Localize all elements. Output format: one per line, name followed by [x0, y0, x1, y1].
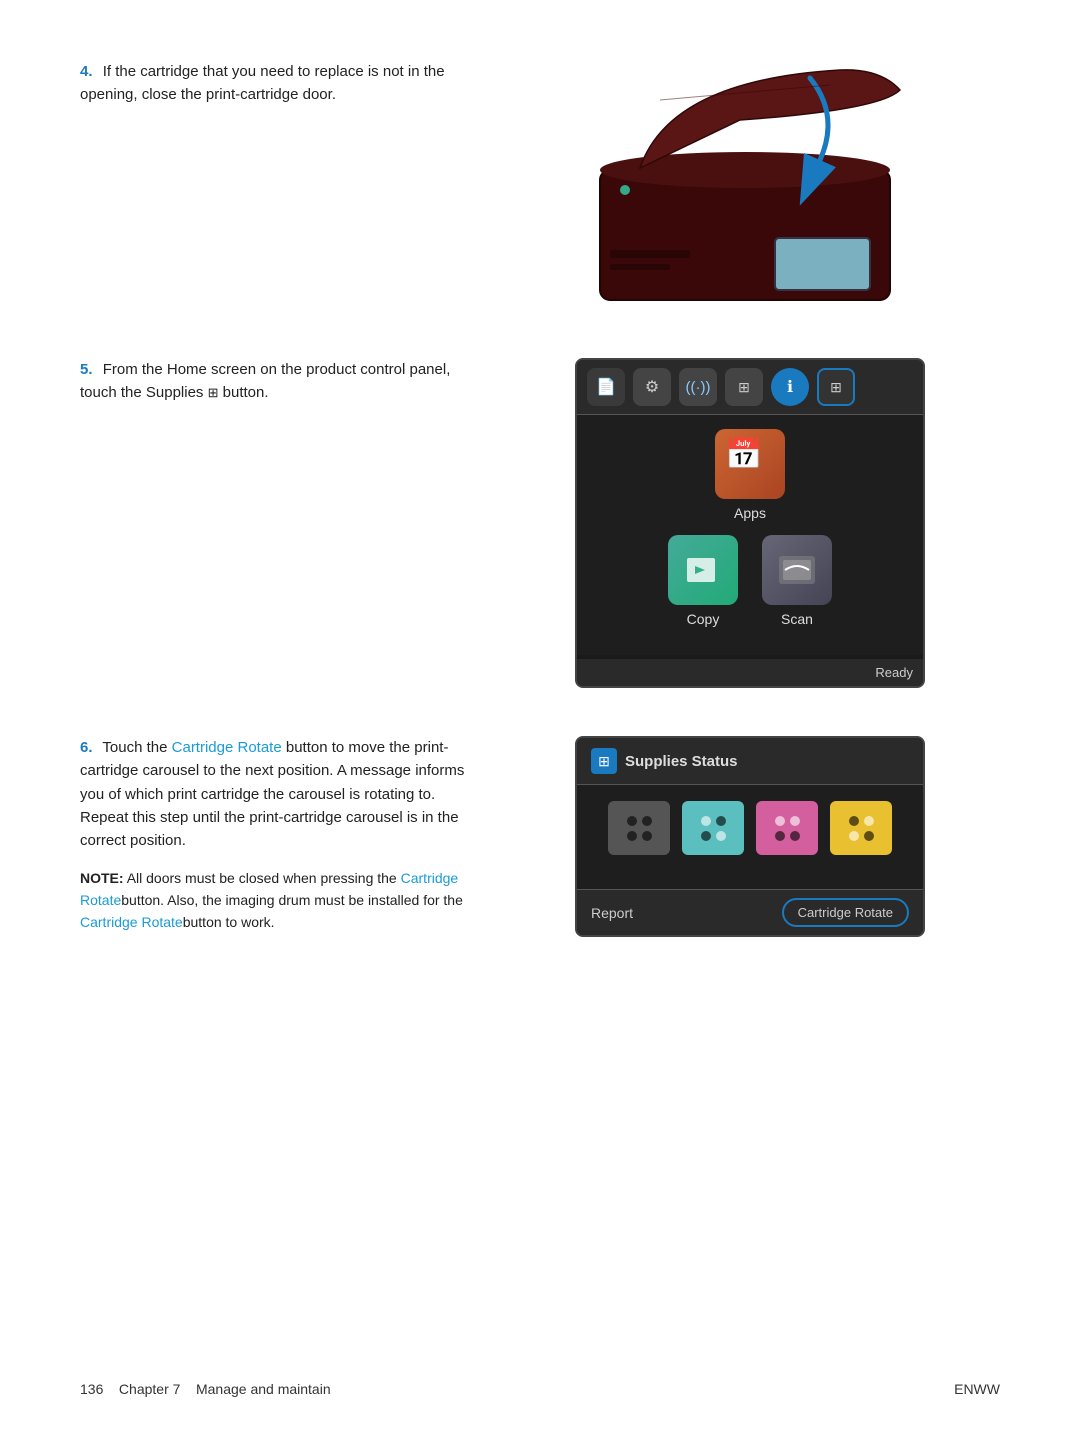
cartridge-magenta-box: [756, 801, 818, 855]
dot-2: [642, 816, 652, 826]
screen-toolbar: 📄 ⚙ ((·)) ⊞ ℹ ⊞: [577, 360, 923, 415]
dot-15: [849, 831, 859, 841]
dot-7: [701, 831, 711, 841]
dot-8: [716, 831, 726, 841]
cartridge-row: [593, 801, 907, 855]
toolbar-info-icon: ℹ: [771, 368, 809, 406]
dot-12: [790, 831, 800, 841]
screen-status: Ready: [577, 659, 923, 686]
cartridge-cyan: [682, 801, 744, 855]
dot-11: [775, 831, 785, 841]
note-label: NOTE:: [80, 870, 124, 886]
report-button[interactable]: Report: [591, 905, 633, 921]
cartridge-yellow-dots: [841, 808, 882, 849]
cartridge-yellow: [830, 801, 892, 855]
cartridge-magenta-dots: [767, 808, 808, 849]
toolbar-grid-icon: ⊞: [817, 368, 855, 406]
cartridge-rotate-link-3: Cartridge Rotate: [80, 914, 183, 930]
page-number: 136: [80, 1381, 103, 1397]
dot-10: [790, 816, 800, 826]
step-4-text-block: 4. If the cartridge that you need to rep…: [80, 60, 500, 107]
page: 4. If the cartridge that you need to rep…: [0, 0, 1080, 1437]
note-block: NOTE: All doors must be closed when pres…: [80, 868, 470, 933]
supplies-footer: Report Cartridge Rotate: [577, 889, 923, 935]
copy-svg: [681, 548, 725, 592]
step-5-section: 5. From the Home screen on the product c…: [80, 358, 1000, 688]
apps-item: 📅 Apps: [715, 429, 785, 521]
cartridge-rotate-link-1: Cartridge Rotate: [172, 739, 282, 756]
step-4-section: 4. If the cartridge that you need to rep…: [80, 60, 1000, 310]
copy-item: Copy: [668, 535, 738, 627]
locale-label: ENWW: [954, 1381, 1000, 1397]
step-5-number: 5.: [80, 361, 93, 378]
cartridge-rotate-button[interactable]: Cartridge Rotate: [782, 898, 909, 927]
step-6-section: 6. Touch the Cartridge Rotate button to …: [80, 736, 1000, 937]
home-screen: 📄 ⚙ ((·)) ⊞ ℹ ⊞ 📅 Apps: [575, 358, 925, 688]
step-4-content: If the cartridge that you need to replac…: [80, 63, 445, 103]
chapter-label: Chapter 7: [119, 1381, 180, 1397]
printer-svg: [580, 60, 920, 320]
cartridge-cyan-dots: [693, 808, 734, 849]
step-4-image: [500, 60, 1000, 310]
footer: 136 Chapter 7 Manage and maintain ENWW: [80, 1381, 1000, 1397]
step-5-content: From the Home screen on the product cont…: [80, 361, 450, 401]
apps-icon: 📅: [715, 429, 785, 499]
dot-3: [627, 831, 637, 841]
toolbar-wifi-icon: ((·)): [679, 368, 717, 406]
cartridge-black: [608, 801, 670, 855]
cartridge-black-box: [608, 801, 670, 855]
scan-label: Scan: [781, 611, 813, 627]
supplies-body: [577, 785, 923, 889]
cartridge-black-dots: [619, 808, 660, 849]
step-4-number: 4.: [80, 63, 93, 80]
dot-1: [627, 816, 637, 826]
step-6-text-block: 6. Touch the Cartridge Rotate button to …: [80, 736, 500, 933]
supplies-header-icon: ⊞: [591, 748, 617, 774]
dot-4: [642, 831, 652, 841]
cartridge-yellow-box: [830, 801, 892, 855]
step-5-text-block: 5. From the Home screen on the product c…: [80, 358, 500, 405]
apps-row: 📅 Apps: [593, 429, 907, 521]
step-6-image: ⊞ Supplies Status: [500, 736, 1000, 937]
dot-16: [864, 831, 874, 841]
dot-14: [864, 816, 874, 826]
step-6-main-text: 6. Touch the Cartridge Rotate button to …: [80, 736, 470, 852]
scan-icon: [762, 535, 832, 605]
scan-item: Scan: [762, 535, 832, 627]
step-5-image: 📄 ⚙ ((·)) ⊞ ℹ ⊞ 📅 Apps: [500, 358, 1000, 688]
chapter-detail: Manage and maintain: [196, 1381, 331, 1397]
cartridge-cyan-box: [682, 801, 744, 855]
dot-13: [849, 816, 859, 826]
toolbar-supplies-icon: ⊞: [725, 368, 763, 406]
cartridge-magenta: [756, 801, 818, 855]
copy-icon: [668, 535, 738, 605]
footer-left: 136 Chapter 7 Manage and maintain: [80, 1381, 331, 1397]
copy-scan-row: Copy Scan: [593, 535, 907, 627]
footer-right: ENWW: [954, 1381, 1000, 1397]
toolbar-settings-icon: ⚙: [633, 368, 671, 406]
scan-svg: [775, 548, 819, 592]
note-text: NOTE: All doors must be closed when pres…: [80, 868, 470, 933]
supplies-header-title: Supplies Status: [625, 753, 738, 770]
dot-5: [701, 816, 711, 826]
supplies-header: ⊞ Supplies Status: [577, 738, 923, 785]
copy-label: Copy: [687, 611, 720, 627]
screen-body: 📅 Apps: [577, 415, 923, 655]
apps-label: Apps: [734, 505, 766, 521]
step-6-number: 6.: [80, 739, 93, 756]
dot-9: [775, 816, 785, 826]
dot-6: [716, 816, 726, 826]
supplies-screen: ⊞ Supplies Status: [575, 736, 925, 937]
printer-illustration: [580, 60, 920, 310]
toolbar-doc-icon: 📄: [587, 368, 625, 406]
